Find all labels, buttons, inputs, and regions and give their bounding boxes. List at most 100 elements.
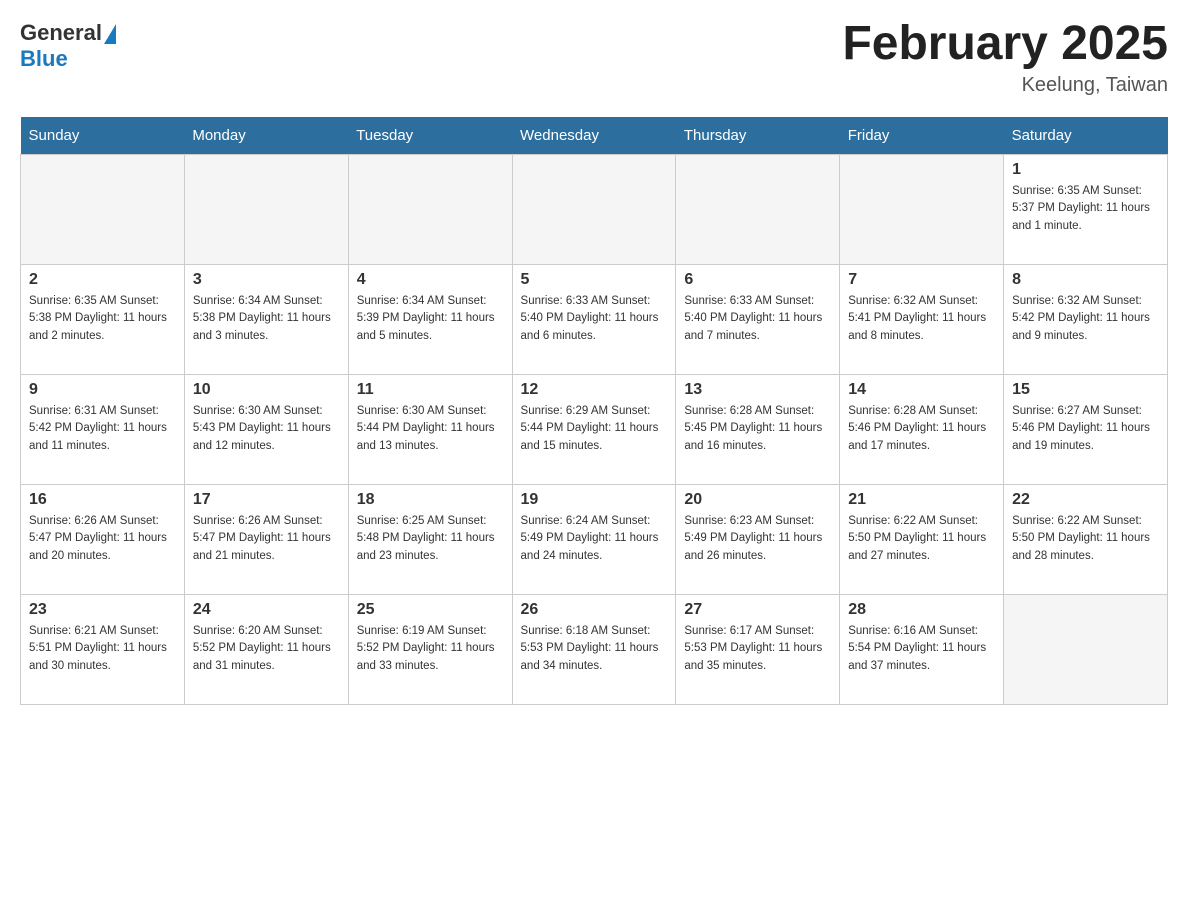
day-number: 13 bbox=[684, 381, 831, 399]
title-section: February 2025 Keelung, Taiwan bbox=[842, 20, 1168, 97]
table-row: 11 Sunrise: 6:30 AM Sunset: 5:44 PM Dayli… bbox=[348, 375, 512, 485]
day-number: 14 bbox=[848, 381, 995, 399]
day-info: Sunrise: 6:22 AM Sunset: 5:50 PM Dayligh… bbox=[1012, 513, 1159, 565]
header-row: Sunday Monday Tuesday Wednesday Thursday… bbox=[21, 117, 1168, 155]
day-number: 19 bbox=[521, 491, 668, 509]
table-row: 24 Sunrise: 6:20 AM Sunset: 5:52 PM Dayli… bbox=[184, 595, 348, 705]
table-row bbox=[512, 155, 676, 265]
table-row: 20Sunrise: 6:23 AM Sunset: 5:49 PM Dayli… bbox=[676, 485, 840, 595]
table-row: 6Sunrise: 6:33 AM Sunset: 5:40 PM Daylig… bbox=[676, 265, 840, 375]
day-number: 4 bbox=[357, 271, 504, 289]
calendar-row: 2 Sunrise: 6:35 AM Sunset: 5:38 PM Daylig… bbox=[21, 265, 1168, 375]
day-number: 1 bbox=[1012, 161, 1159, 179]
day-info: Sunrise: 6:35 AM Sunset: 5:38 PM Dayligh… bbox=[29, 293, 176, 345]
table-row bbox=[184, 155, 348, 265]
day-info: Sunrise: 6:28 AM Sunset: 5:46 PM Dayligh… bbox=[848, 403, 995, 455]
day-info: Sunrise: 6:23 AM Sunset: 5:49 PM Dayligh… bbox=[684, 513, 831, 565]
day-number: 26 bbox=[521, 601, 668, 619]
table-row: 14 Sunrise: 6:28 AM Sunset: 5:46 PM Dayli… bbox=[840, 375, 1004, 485]
day-info: Sunrise: 6:22 AM Sunset: 5:50 PM Dayligh… bbox=[848, 513, 995, 565]
day-number: 28 bbox=[848, 601, 995, 619]
day-number: 27 bbox=[684, 601, 831, 619]
day-number: 23 bbox=[29, 601, 176, 619]
calendar-header: Sunday Monday Tuesday Wednesday Thursday… bbox=[21, 117, 1168, 155]
calendar-row: 9 Sunrise: 6:31 AM Sunset: 5:42 PM Daylig… bbox=[21, 375, 1168, 485]
day-info: Sunrise: 6:28 AM Sunset: 5:45 PM Dayligh… bbox=[684, 403, 831, 455]
day-info: Sunrise: 6:31 AM Sunset: 5:42 PM Dayligh… bbox=[29, 403, 176, 455]
table-row: 21Sunrise: 6:22 AM Sunset: 5:50 PM Dayli… bbox=[840, 485, 1004, 595]
day-info: Sunrise: 6:19 AM Sunset: 5:52 PM Dayligh… bbox=[357, 623, 504, 675]
col-wednesday: Wednesday bbox=[512, 117, 676, 155]
day-number: 9 bbox=[29, 381, 176, 399]
day-info: Sunrise: 6:33 AM Sunset: 5:40 PM Dayligh… bbox=[521, 293, 668, 345]
day-info: Sunrise: 6:24 AM Sunset: 5:49 PM Dayligh… bbox=[521, 513, 668, 565]
table-row: 26 Sunrise: 6:18 AM Sunset: 5:53 PM Dayli… bbox=[512, 595, 676, 705]
table-row: 17 Sunrise: 6:26 AM Sunset: 5:47 PM Dayli… bbox=[184, 485, 348, 595]
day-number: 8 bbox=[1012, 271, 1159, 289]
day-info: Sunrise: 6:16 AM Sunset: 5:54 PM Dayligh… bbox=[848, 623, 995, 675]
day-number: 5 bbox=[521, 271, 668, 289]
table-row: 13 Sunrise: 6:28 AM Sunset: 5:45 PM Dayli… bbox=[676, 375, 840, 485]
table-row: 5 Sunrise: 6:33 AM Sunset: 5:40 PM Daylig… bbox=[512, 265, 676, 375]
month-title: February 2025 bbox=[842, 20, 1168, 68]
calendar-row: 23 Sunrise: 6:21 AM Sunset: 5:51 PM Dayli… bbox=[21, 595, 1168, 705]
day-info: Sunrise: 6:21 AM Sunset: 5:51 PM Dayligh… bbox=[29, 623, 176, 675]
day-number: 18 bbox=[357, 491, 504, 509]
day-info: Sunrise: 6:18 AM Sunset: 5:53 PM Dayligh… bbox=[521, 623, 668, 675]
day-info: Sunrise: 6:32 AM Sunset: 5:41 PM Dayligh… bbox=[848, 293, 995, 345]
table-row bbox=[1004, 595, 1168, 705]
day-info: Sunrise: 6:30 AM Sunset: 5:44 PM Dayligh… bbox=[357, 403, 504, 455]
col-saturday: Saturday bbox=[1004, 117, 1168, 155]
table-row: 7 Sunrise: 6:32 AM Sunset: 5:41 PM Daylig… bbox=[840, 265, 1004, 375]
day-info: Sunrise: 6:30 AM Sunset: 5:43 PM Dayligh… bbox=[193, 403, 340, 455]
table-row bbox=[676, 155, 840, 265]
table-row: 25 Sunrise: 6:19 AM Sunset: 5:52 PM Dayli… bbox=[348, 595, 512, 705]
table-row: 10 Sunrise: 6:30 AM Sunset: 5:43 PM Dayli… bbox=[184, 375, 348, 485]
logo-triangle-icon bbox=[102, 24, 116, 46]
day-number: 17 bbox=[193, 491, 340, 509]
calendar-row: 1 Sunrise: 6:35 AM Sunset: 5:37 PM Daylig… bbox=[21, 155, 1168, 265]
table-row: 18Sunrise: 6:25 AM Sunset: 5:48 PM Dayli… bbox=[348, 485, 512, 595]
table-row bbox=[348, 155, 512, 265]
day-number: 24 bbox=[193, 601, 340, 619]
calendar-body: 1 Sunrise: 6:35 AM Sunset: 5:37 PM Daylig… bbox=[21, 155, 1168, 705]
day-info: Sunrise: 6:33 AM Sunset: 5:40 PM Dayligh… bbox=[684, 293, 831, 345]
day-info: Sunrise: 6:29 AM Sunset: 5:44 PM Dayligh… bbox=[521, 403, 668, 455]
table-row bbox=[21, 155, 185, 265]
day-number: 2 bbox=[29, 271, 176, 289]
page-header: General Blue February 2025 Keelung, Taiw… bbox=[20, 20, 1168, 97]
table-row: 3Sunrise: 6:34 AM Sunset: 5:38 PM Daylig… bbox=[184, 265, 348, 375]
calendar-table: Sunday Monday Tuesday Wednesday Thursday… bbox=[20, 117, 1168, 705]
day-info: Sunrise: 6:32 AM Sunset: 5:42 PM Dayligh… bbox=[1012, 293, 1159, 345]
table-row: 19 Sunrise: 6:24 AM Sunset: 5:49 PM Dayli… bbox=[512, 485, 676, 595]
day-info: Sunrise: 6:17 AM Sunset: 5:53 PM Dayligh… bbox=[684, 623, 831, 675]
day-info: Sunrise: 6:20 AM Sunset: 5:52 PM Dayligh… bbox=[193, 623, 340, 675]
day-number: 15 bbox=[1012, 381, 1159, 399]
day-info: Sunrise: 6:26 AM Sunset: 5:47 PM Dayligh… bbox=[29, 513, 176, 565]
day-number: 10 bbox=[193, 381, 340, 399]
day-info: Sunrise: 6:26 AM Sunset: 5:47 PM Dayligh… bbox=[193, 513, 340, 565]
table-row bbox=[840, 155, 1004, 265]
table-row: 12 Sunrise: 6:29 AM Sunset: 5:44 PM Dayli… bbox=[512, 375, 676, 485]
col-friday: Friday bbox=[840, 117, 1004, 155]
day-number: 7 bbox=[848, 271, 995, 289]
logo-blue-text: Blue bbox=[20, 46, 68, 71]
table-row: 16 Sunrise: 6:26 AM Sunset: 5:47 PM Dayli… bbox=[21, 485, 185, 595]
day-info: Sunrise: 6:27 AM Sunset: 5:46 PM Dayligh… bbox=[1012, 403, 1159, 455]
day-number: 22 bbox=[1012, 491, 1159, 509]
day-number: 12 bbox=[521, 381, 668, 399]
day-info: Sunrise: 6:34 AM Sunset: 5:39 PM Dayligh… bbox=[357, 293, 504, 345]
table-row: 23 Sunrise: 6:21 AM Sunset: 5:51 PM Dayli… bbox=[21, 595, 185, 705]
day-number: 25 bbox=[357, 601, 504, 619]
day-info: Sunrise: 6:35 AM Sunset: 5:37 PM Dayligh… bbox=[1012, 183, 1159, 235]
col-monday: Monday bbox=[184, 117, 348, 155]
logo-general-text: General bbox=[20, 20, 102, 46]
day-number: 16 bbox=[29, 491, 176, 509]
col-thursday: Thursday bbox=[676, 117, 840, 155]
day-info: Sunrise: 6:34 AM Sunset: 5:38 PM Dayligh… bbox=[193, 293, 340, 345]
day-number: 11 bbox=[357, 381, 504, 399]
table-row: 4 Sunrise: 6:34 AM Sunset: 5:39 PM Daylig… bbox=[348, 265, 512, 375]
table-row: 15 Sunrise: 6:27 AM Sunset: 5:46 PM Dayli… bbox=[1004, 375, 1168, 485]
table-row: 9 Sunrise: 6:31 AM Sunset: 5:42 PM Daylig… bbox=[21, 375, 185, 485]
logo: General Blue bbox=[20, 20, 118, 72]
